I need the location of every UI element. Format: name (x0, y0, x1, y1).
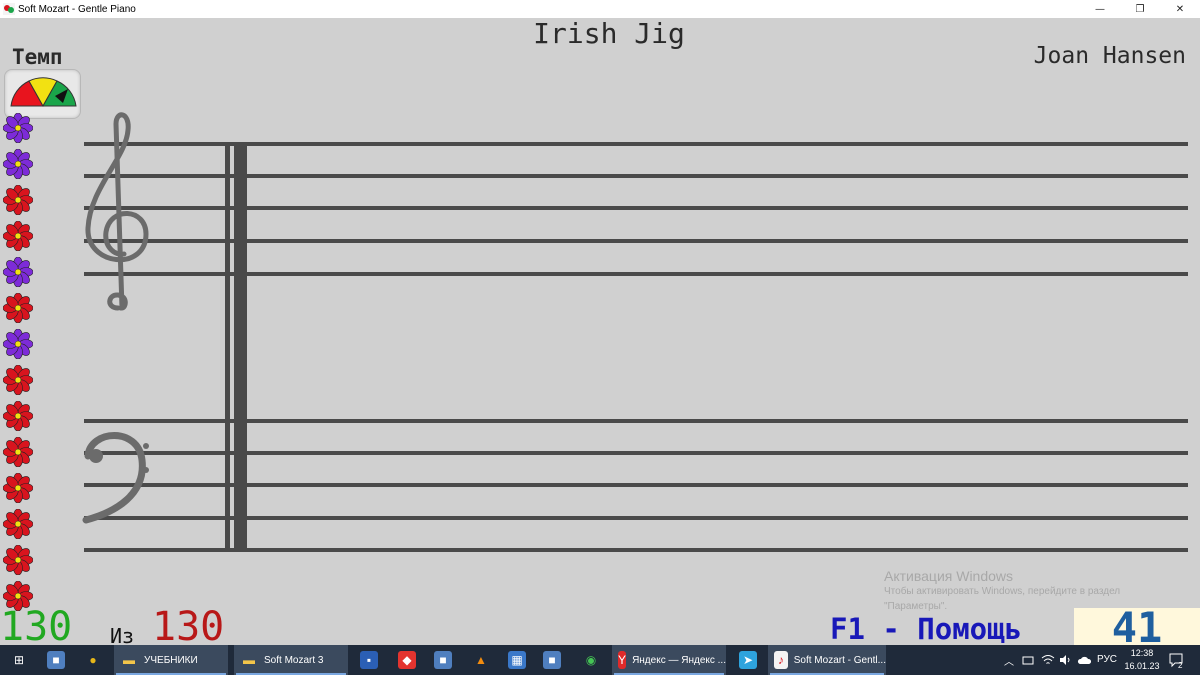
flower-purple-icon (1, 146, 35, 182)
taskbar-vlc-button[interactable]: ▲ (470, 645, 492, 675)
taskbar-folder-textbooks-button[interactable]: ▬ УЧЕБНИКИ (114, 645, 228, 675)
activation-title: Активация Windows (884, 568, 1014, 584)
song-title: Irish Jig (533, 17, 685, 50)
tray-language[interactable]: РУС (1097, 654, 1117, 665)
flower-purple-icon (1, 110, 35, 146)
taskbar-label: Яндекс — Яндекс ... (632, 654, 726, 666)
folder-icon: ▬ (243, 653, 255, 667)
flower-purple-icon (1, 254, 35, 290)
flower-purple-icon (1, 326, 35, 362)
activation-line1: Чтобы активировать Windows, перейдите в … (884, 586, 1121, 597)
restore-button[interactable]: ❐ (1120, 0, 1160, 18)
flower-red-icon (1, 506, 35, 542)
yandex-icon: Y (618, 651, 627, 669)
minimize-icon: — (1095, 3, 1105, 15)
tray-date: 16.01.23 (1124, 661, 1160, 671)
flower-red-icon (1, 398, 35, 434)
progress-flowers (1, 110, 35, 614)
composer-name: Joan Hansen (1033, 43, 1186, 69)
taskbar-app-1-button[interactable]: ■ (45, 645, 67, 675)
completed-count: 130 (0, 604, 73, 650)
soft-mozart-app-icon (3, 3, 15, 15)
taskbar: ⊞ ■ ● ▬ УЧЕБНИКИ ▬ Soft Mozart 3 ▪ ◆ ■ ▲ ▦ ■ ◉ Y Яндекс… (0, 645, 1200, 675)
help-hint[interactable]: F1 - Помощь (830, 612, 1022, 646)
taskbar-label: УЧЕБНИКИ (144, 654, 198, 666)
notification-center-button[interactable]: 2 (1168, 645, 1188, 675)
flower-red-icon (1, 542, 35, 578)
soft-mozart-icon: ♪ (774, 651, 788, 669)
vlc-icon: ▲ (475, 653, 487, 667)
taskbar-chrome-button[interactable]: ● (82, 645, 104, 675)
app-icon: ■ (543, 651, 561, 669)
tray-clock[interactable]: 12:38 16.01.23 (1122, 647, 1162, 673)
flower-red-icon (1, 470, 35, 506)
restore-icon: ❐ (1135, 3, 1145, 15)
flower-red-icon (1, 434, 35, 470)
app-icon: ■ (434, 651, 452, 669)
tray-meet-icon[interactable] (1022, 645, 1034, 675)
tray-volume-icon[interactable] (1059, 645, 1073, 675)
tray-onedrive-icon[interactable] (1077, 645, 1091, 675)
whatsapp-icon: ◉ (585, 653, 597, 667)
tray-chevron-icon[interactable]: ︿ (1004, 645, 1014, 675)
taskbar-calculator-button[interactable]: ▦ (506, 645, 528, 675)
taskbar-soft-mozart-button[interactable]: ♪ Soft Mozart - Gentl... (768, 645, 886, 675)
taskbar-app-3-button[interactable]: ■ (541, 645, 563, 675)
chrome-icon: ● (89, 653, 97, 667)
treble-staff-lines (84, 142, 1188, 276)
taskbar-app-2-button[interactable]: ■ (432, 645, 454, 675)
window-title: Soft Mozart - Gentle Piano (18, 3, 136, 15)
tray-time: 12:38 (1130, 648, 1154, 658)
tray-wifi-icon[interactable] (1041, 645, 1055, 675)
flower-red-icon (1, 182, 35, 218)
calculator-icon: ▦ (508, 651, 526, 669)
app-icon: ■ (47, 651, 65, 669)
tempo-label: Темп (12, 45, 63, 69)
taskbar-telegram-button[interactable]: ➤ (737, 645, 759, 675)
taskbar-folder-softmozart3-button[interactable]: ▬ Soft Mozart 3 (234, 645, 348, 675)
taskbar-label: Soft Mozart 3 (264, 654, 324, 666)
bass-clef-icon (82, 432, 149, 524)
flower-red-icon (1, 218, 35, 254)
anydesk-icon: ◆ (398, 651, 416, 669)
taskbar-yandex-button[interactable]: Y Яндекс — Яндекс ... (612, 645, 726, 675)
floppy-icon: ▪ (360, 651, 378, 669)
flower-red-icon (1, 362, 35, 398)
score-box: 41 (1074, 603, 1200, 652)
bass-staff-lines (84, 419, 1188, 552)
folder-icon: ▬ (123, 653, 135, 667)
total-count: 130 (152, 604, 225, 650)
windows-icon: ⊞ (13, 653, 25, 667)
minimize-button[interactable]: — (1080, 0, 1120, 18)
taskbar-whatsapp-button[interactable]: ◉ (580, 645, 602, 675)
taskbar-start-button[interactable]: ⊞ (8, 645, 32, 675)
window-title-bar[interactable]: Soft Mozart - Gentle Piano — ❐ ✕ (0, 0, 1200, 18)
app-area: Irish Jig Joan Hansen Темп 130 Из 130 Ак… (0, 17, 1200, 652)
taskbar-label: Soft Mozart - Gentl... (793, 654, 886, 666)
barline-thick (234, 144, 247, 552)
taskbar-anydesk-button[interactable]: ◆ (396, 645, 418, 675)
taskbar-save-button[interactable]: ▪ (358, 645, 380, 675)
telegram-icon: ➤ (739, 651, 757, 669)
notification-count: 2 (1178, 660, 1183, 670)
close-icon: ✕ (1175, 3, 1185, 15)
grand-staff (82, 112, 1188, 552)
close-button[interactable]: ✕ (1160, 0, 1200, 18)
flower-red-icon (1, 290, 35, 326)
barline-thin (225, 144, 230, 552)
